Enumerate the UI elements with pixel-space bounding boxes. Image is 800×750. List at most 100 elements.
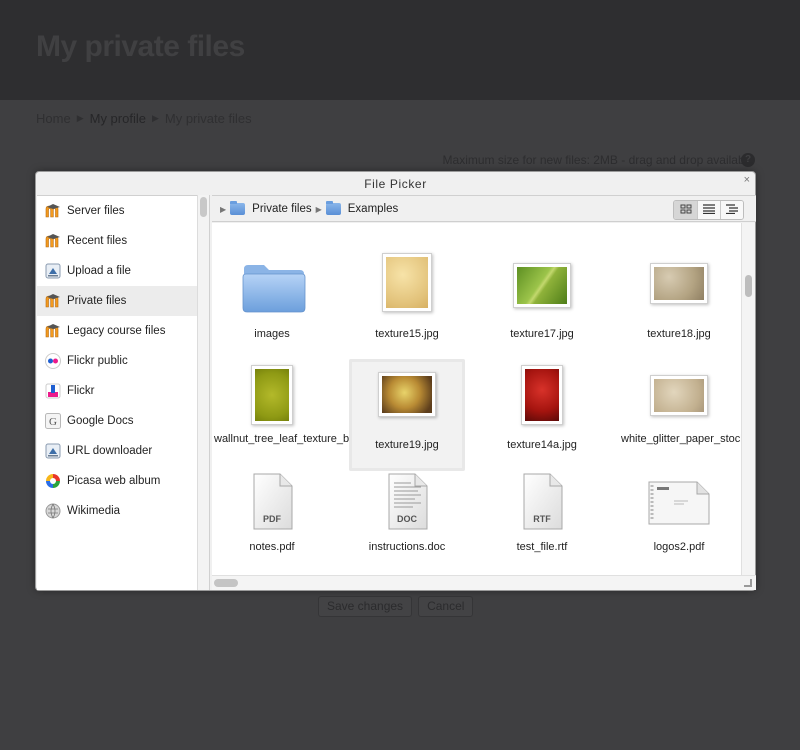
view-icons-button[interactable] xyxy=(674,201,697,219)
sidebar-item-server-files[interactable]: Server files xyxy=(37,196,197,226)
sidebar-item-url-downloader[interactable]: URL downloader xyxy=(37,436,197,466)
file-tile-texture18[interactable]: texture18.jpg xyxy=(621,247,737,359)
grid-icon xyxy=(680,201,692,219)
file-picker-dialog: File Picker × Server files Recent files … xyxy=(35,171,756,591)
sidebar-item-picasa-web-album[interactable]: Picasa web album xyxy=(37,466,197,496)
sidebar-item-label: Flickr xyxy=(67,385,95,397)
image-thumbnail xyxy=(650,263,708,304)
sidebar-item-label: Picasa web album xyxy=(67,475,161,487)
page-title: My private files xyxy=(36,30,245,63)
sidebar-item-google-docs[interactable]: G Google Docs xyxy=(37,406,197,436)
image-thumbnail xyxy=(521,365,563,425)
upload-icon xyxy=(45,263,61,279)
rtf-file-icon: RTF xyxy=(520,473,564,531)
file-tile-texture15[interactable]: texture15.jpg xyxy=(349,247,465,359)
dialog-title: File Picker xyxy=(364,177,427,191)
sidebar-item-recent-files[interactable]: Recent files xyxy=(37,226,197,256)
file-name: notes.pdf xyxy=(249,541,295,553)
path-arrow-icon: ▶ xyxy=(220,204,227,214)
sidebar-item-flickr[interactable]: Flickr xyxy=(37,376,197,406)
file-name: texture19.jpg xyxy=(375,439,439,451)
svg-text:G: G xyxy=(49,416,57,428)
sidebar-item-label: URL downloader xyxy=(67,445,153,457)
file-tile-instructions-doc[interactable]: DOC instructions.doc xyxy=(349,471,465,575)
sidebar-item-label: Legacy course files xyxy=(67,325,166,337)
picasa-icon xyxy=(45,473,61,489)
path-item-private-files[interactable]: Private files xyxy=(252,203,311,215)
file-tile-white-glitter[interactable]: white_glitter_paper_stock_b...v9ro.jpg xyxy=(621,359,741,471)
resize-handle-icon[interactable] xyxy=(744,579,752,587)
save-changes-button[interactable]: Save changes xyxy=(318,596,413,617)
close-icon[interactable]: × xyxy=(744,174,750,186)
sidebar-item-wikimedia[interactable]: Wikimedia xyxy=(37,496,197,526)
view-tree-button[interactable] xyxy=(720,201,743,219)
file-name: test_file.rtf xyxy=(516,541,568,553)
sidebar-item-flickr-public[interactable]: Flickr public xyxy=(37,346,197,376)
help-icon[interactable]: ? xyxy=(741,153,755,167)
file-name: instructions.doc xyxy=(368,541,446,553)
breadcrumb: Home ▶ My profile ▶ My private files xyxy=(36,111,252,126)
file-tile-texture14a[interactable]: texture14a.jpg xyxy=(484,359,600,471)
sidebar-item-label: Private files xyxy=(67,295,127,307)
moodle-icon xyxy=(45,203,61,219)
file-tile-logos2-pdf[interactable]: logos2.pdf xyxy=(621,471,737,575)
tree-icon xyxy=(726,201,738,219)
horizontal-scrollbar-thumb[interactable] xyxy=(214,579,238,587)
image-thumbnail xyxy=(378,372,436,417)
file-tile-wallnut-leaf[interactable]: wallnut_tree_leaf_texture_b...oqg.jpg xyxy=(214,359,395,471)
moodle-icon xyxy=(45,323,61,339)
sidebar-item-label: Flickr public xyxy=(67,355,128,367)
view-list-button[interactable] xyxy=(697,201,720,219)
breadcrumb-separator-icon: ▶ xyxy=(151,113,159,123)
folder-icon xyxy=(325,201,341,215)
url-icon xyxy=(45,443,61,459)
file-tile-test-file-rtf[interactable]: RTF test_file.rtf xyxy=(484,471,600,575)
folder-icon xyxy=(230,201,246,215)
path-arrow-icon: ▶ xyxy=(315,204,322,214)
sidebar-item-upload-a-file[interactable]: Upload a file xyxy=(37,256,197,286)
image-thumbnail xyxy=(650,375,708,416)
file-tile-texture19[interactable]: texture19.jpg xyxy=(349,359,465,471)
sidebar-item-label: Wikimedia xyxy=(67,505,121,517)
sidebar-scrollbar-thumb[interactable] xyxy=(200,197,207,217)
repository-sidebar: Server files Recent files Upload a file … xyxy=(37,195,197,590)
file-type-badge: PDF xyxy=(263,514,281,524)
breadcrumb-profile[interactable]: My profile xyxy=(90,111,146,126)
view-mode-switcher xyxy=(673,200,744,220)
google-icon: G xyxy=(45,413,61,429)
file-area-vertical-scrollbar[interactable] xyxy=(741,223,755,575)
sidebar-item-legacy-course-files[interactable]: Legacy course files xyxy=(37,316,197,346)
breadcrumb-current: My private files xyxy=(164,111,252,126)
sidebar-item-private-files[interactable]: Private files xyxy=(37,286,197,316)
file-toolbar: ▶ Private files ▶ Examples xyxy=(212,195,756,222)
file-type-badge: RTF xyxy=(533,514,551,524)
file-grid: images texture15.jpg texture17.jpg textu… xyxy=(212,223,741,575)
file-name: images xyxy=(254,328,290,340)
vertical-scrollbar-thumb[interactable] xyxy=(745,275,752,297)
folder-icon xyxy=(242,263,306,318)
file-type-badge: DOC xyxy=(397,514,417,524)
sidebar-item-label: Server files xyxy=(67,205,125,217)
form-buttons: Save changes Cancel xyxy=(318,596,474,617)
sidebar-item-label: Upload a file xyxy=(67,265,131,277)
file-name: white_glitter_paper_stock_b...v9ro.jpg xyxy=(621,433,741,445)
pdf-file-icon: PDF xyxy=(250,473,294,531)
cancel-button[interactable]: Cancel xyxy=(418,596,474,617)
moodle-icon xyxy=(45,293,61,309)
doc-file-icon: DOC xyxy=(385,473,429,531)
breadcrumb-home[interactable]: Home xyxy=(36,111,71,126)
file-name: logos2.pdf xyxy=(653,541,705,553)
file-name: wallnut_tree_leaf_texture_b...oqg.jpg xyxy=(214,433,395,445)
file-area-horizontal-scrollbar[interactable] xyxy=(212,575,756,590)
file-tile-notes-pdf[interactable]: PDF notes.pdf xyxy=(214,471,330,575)
path-bar: ▶ Private files ▶ Examples xyxy=(220,201,399,215)
flickr-icon xyxy=(45,383,61,399)
file-tile-images[interactable]: images xyxy=(214,247,330,359)
image-thumbnail xyxy=(251,365,293,425)
path-item-examples[interactable]: Examples xyxy=(348,203,399,215)
file-tile-texture17[interactable]: texture17.jpg xyxy=(484,247,600,359)
sidebar-item-label: Recent files xyxy=(67,235,128,247)
image-thumbnail xyxy=(382,253,432,312)
breadcrumb-separator-icon: ▶ xyxy=(76,113,84,123)
sidebar-scrollbar[interactable] xyxy=(197,195,210,590)
